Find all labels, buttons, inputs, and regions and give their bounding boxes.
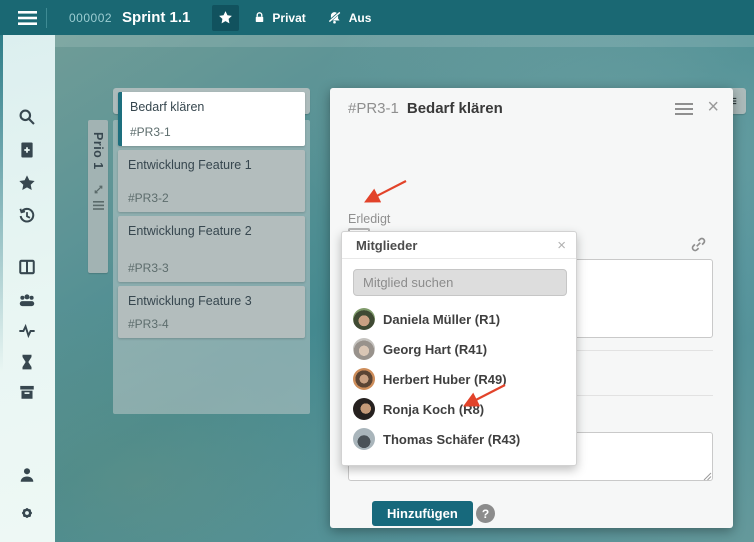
- settings-icon[interactable]: [18, 504, 38, 524]
- header-divider: [46, 7, 47, 28]
- card-bedarf-klaeren[interactable]: Bedarf klären #PR3-1: [118, 92, 305, 146]
- member-row-herbert[interactable]: Herbert Huber (R49): [353, 364, 567, 394]
- card-entwicklung-feature-1[interactable]: Entwicklung Feature 1 #PR3-2: [118, 150, 305, 212]
- board-icon[interactable]: [18, 258, 38, 278]
- avatar: [353, 368, 375, 390]
- favorite-star-button[interactable]: [212, 4, 240, 31]
- avatar: [353, 338, 375, 360]
- close-icon[interactable]: ×: [557, 238, 566, 253]
- hamburger-menu-button[interactable]: [8, 0, 46, 35]
- members-popup: Mitglieder × Daniela Müller (R1) Georg H…: [341, 231, 577, 466]
- hourglass-icon[interactable]: [18, 353, 38, 373]
- member-row-georg[interactable]: Georg Hart (R41): [353, 334, 567, 364]
- member-search-input[interactable]: [353, 269, 567, 296]
- lock-icon: [256, 12, 264, 23]
- members-icon[interactable]: [18, 291, 38, 311]
- member-row-thomas[interactable]: Thomas Schäfer (R43): [353, 424, 567, 454]
- help-icon[interactable]: ?: [476, 504, 495, 523]
- archive-icon[interactable]: [18, 383, 38, 403]
- star-icon[interactable]: [18, 174, 38, 194]
- card-id: #PR3-1: [130, 125, 171, 139]
- member-row-ronja[interactable]: Ronja Koch (R8): [353, 394, 567, 424]
- app-window: 000002 Sprint 1.1 Privat Aus Prio 1 Beda…: [0, 0, 754, 542]
- privacy-toggle[interactable]: Privat: [253, 10, 306, 25]
- card-id: #PR3-4: [128, 317, 169, 331]
- star-icon: [219, 11, 233, 24]
- swimlane-prio1: Prio 1: [88, 120, 108, 273]
- member-name: Thomas Schäfer (R43): [383, 431, 521, 447]
- done-label: Erledigt: [348, 212, 391, 226]
- member-name: Herbert Huber (R49): [383, 371, 507, 387]
- card-title: Entwicklung Feature 1: [128, 158, 252, 172]
- avatar: [353, 308, 375, 330]
- activity-icon[interactable]: [18, 322, 38, 342]
- popup-title: Mitglieder: [356, 237, 418, 253]
- card-entwicklung-feature-2[interactable]: Entwicklung Feature 2 #PR3-3: [118, 216, 305, 282]
- close-icon[interactable]: ×: [707, 97, 719, 117]
- member-name: Daniela Müller (R1): [383, 311, 501, 327]
- board-title: Sprint 1.1: [122, 9, 191, 26]
- bell-slash-icon: [327, 10, 341, 24]
- card-id: #PR3-3: [128, 261, 169, 275]
- top-bar: 000002 Sprint 1.1 Privat Aus: [0, 0, 754, 35]
- member-name: Georg Hart (R41): [383, 341, 488, 357]
- search-icon[interactable]: [18, 108, 38, 128]
- avatar: [353, 398, 375, 420]
- swimlane-label: Prio 1: [91, 132, 105, 170]
- card-title: Entwicklung Feature 2: [128, 224, 252, 238]
- card-entwicklung-feature-3[interactable]: Entwicklung Feature 3 #PR3-4: [118, 286, 305, 338]
- avatar: [353, 428, 375, 450]
- swimlane-resize-icon[interactable]: [93, 184, 104, 195]
- notifications-label: Aus: [348, 10, 372, 25]
- notifications-toggle[interactable]: Aus: [326, 10, 372, 25]
- card-title: Entwicklung Feature 3: [128, 294, 252, 308]
- board-number: 000002: [69, 10, 113, 25]
- card-id: #PR3-2: [128, 191, 169, 205]
- card-title: Bedarf klären: [130, 100, 205, 114]
- member-name: Ronja Koch (R8): [383, 401, 485, 417]
- add-comment-button[interactable]: Hinzufügen: [372, 501, 473, 526]
- card-detail-id: #PR3-1: [348, 100, 399, 117]
- member-list: Daniela Müller (R1) Georg Hart (R41) Her…: [353, 304, 567, 454]
- privacy-label: Privat: [272, 10, 306, 25]
- user-icon[interactable]: [18, 466, 38, 486]
- swimlane-menu-icon[interactable]: [92, 200, 104, 210]
- hamburger-icon: [17, 10, 37, 25]
- add-document-icon[interactable]: [18, 141, 38, 161]
- card-detail-title: Bedarf klären: [406, 100, 503, 117]
- card-link-icon[interactable]: [690, 236, 707, 253]
- member-row-daniela[interactable]: Daniela Müller (R1): [353, 304, 567, 334]
- card-menu-icon[interactable]: [675, 100, 694, 118]
- history-icon[interactable]: [18, 207, 38, 227]
- left-sidebar: [0, 35, 55, 542]
